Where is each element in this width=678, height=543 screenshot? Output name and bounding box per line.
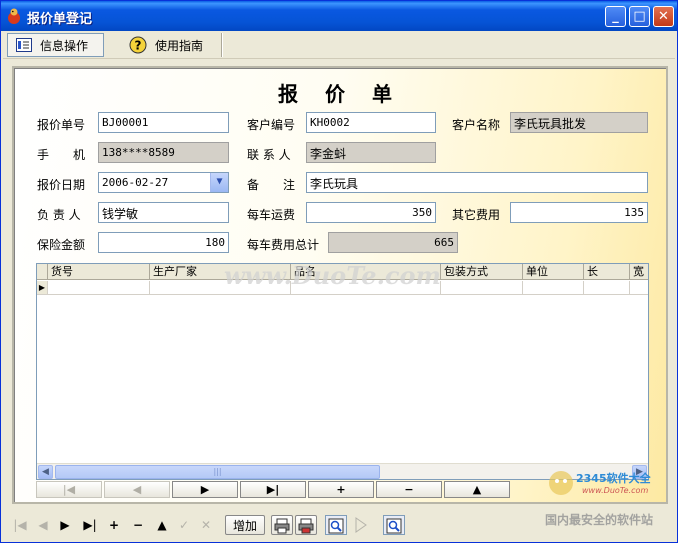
search-button[interactable] bbox=[325, 515, 347, 535]
record-navigator: |◀ ◀ ▶ ▶| + − ▲ ✓ ✕ 增加 国内最安全的软件站 bbox=[3, 511, 675, 539]
printer-icon bbox=[274, 518, 290, 534]
first-record-button[interactable]: |◀ bbox=[11, 515, 29, 535]
scroll-left-button[interactable]: ◀ bbox=[38, 465, 53, 479]
freight-field[interactable]: 350 bbox=[306, 202, 436, 223]
insert-record-button[interactable]: + bbox=[105, 515, 123, 535]
print-preview-button[interactable] bbox=[295, 515, 317, 535]
tab-guide-label: 使用指南 bbox=[155, 38, 204, 53]
play-icon[interactable] bbox=[353, 515, 369, 535]
quote-date-label: 报价日期 bbox=[37, 178, 86, 192]
remark-label: 备 注 bbox=[247, 178, 296, 192]
customer-name-field: 李氏玩具批发 bbox=[510, 112, 648, 133]
customer-no-field[interactable]: KH0002 bbox=[306, 112, 436, 133]
grid-cell[interactable] bbox=[48, 281, 150, 295]
col-packaging[interactable]: 包装方式 bbox=[441, 264, 523, 280]
logo-text: 2345软件大全 bbox=[576, 472, 651, 485]
chevron-down-icon[interactable]: ▼ bbox=[210, 173, 228, 192]
quote-date-picker[interactable]: 2006-02-27 ▼ bbox=[98, 172, 229, 193]
tab-info-operation[interactable]: 信息操作 bbox=[7, 33, 104, 57]
site-slogan-watermark: 国内最安全的软件站 bbox=[545, 513, 654, 527]
tab-user-guide[interactable]: ? 使用指南 bbox=[121, 33, 217, 57]
mobile-field: 138****8589 bbox=[98, 142, 229, 163]
grid-cell[interactable] bbox=[291, 281, 441, 295]
find-icon bbox=[386, 518, 402, 534]
scroll-thumb[interactable]: ||| bbox=[55, 465, 380, 479]
post-record-button[interactable]: ✓ bbox=[175, 515, 193, 535]
other-fee-label: 其它费用 bbox=[452, 208, 501, 222]
nav-add-button[interactable]: + bbox=[308, 481, 374, 498]
find-button[interactable] bbox=[383, 515, 405, 535]
col-item-no[interactable]: 货号 bbox=[48, 264, 150, 280]
quote-date-value: 2006-02-27 bbox=[102, 176, 169, 189]
grid-cell[interactable] bbox=[150, 281, 291, 295]
nav-last-button[interactable]: ▶| bbox=[240, 481, 306, 498]
nav-prev-button[interactable]: ◀ bbox=[104, 481, 170, 498]
mobile-label: 手 机 bbox=[37, 148, 86, 162]
last-record-button[interactable]: ▶| bbox=[79, 515, 101, 535]
col-unit[interactable]: 单位 bbox=[523, 264, 584, 280]
item-grid[interactable]: 货号 生产厂家 品名 包装方式 单位 长 宽 ▶ ◀ ||| ▶ bbox=[36, 263, 649, 480]
col-length[interactable]: 长 bbox=[584, 264, 630, 280]
total-fee-field: 665 bbox=[328, 232, 458, 253]
next-record-button[interactable]: ▶ bbox=[57, 515, 73, 535]
nav-next-button[interactable]: ▶ bbox=[172, 481, 238, 498]
window-title: 报价单登记 bbox=[27, 12, 93, 27]
quote-no-field[interactable]: BJ00001 bbox=[98, 112, 229, 133]
magnifier-icon bbox=[328, 518, 344, 534]
app-window: 报价单登记 _ □ ✕ 信息操作 ? 使用指南 报 价 单 报价单号 BJ000… bbox=[0, 0, 678, 543]
grid-cell[interactable] bbox=[630, 281, 648, 295]
owner-label: 负 责 人 bbox=[37, 208, 81, 222]
nav-remove-button[interactable]: − bbox=[376, 481, 442, 498]
customer-no-label: 客户编号 bbox=[247, 118, 296, 132]
contact-label: 联 系 人 bbox=[247, 148, 291, 162]
mascot-icon bbox=[549, 471, 573, 495]
other-fee-field[interactable]: 135 bbox=[510, 202, 648, 223]
quote-form-panel: 报 价 单 报价单号 BJ00001 客户编号 KH0002 客户名称 李氏玩具… bbox=[12, 66, 668, 504]
print-button[interactable] bbox=[271, 515, 293, 535]
insurance-field[interactable]: 180 bbox=[98, 232, 229, 253]
close-button[interactable]: ✕ bbox=[653, 6, 674, 27]
total-fee-label: 每车费用总计 bbox=[247, 238, 320, 252]
contact-field: 李金蚪 bbox=[306, 142, 436, 163]
prev-record-button[interactable]: ◀ bbox=[35, 515, 51, 535]
add-button[interactable]: 增加 bbox=[225, 515, 265, 535]
delete-record-button[interactable]: − bbox=[129, 515, 147, 535]
form-heading: 报 价 单 bbox=[278, 82, 402, 106]
grid-header: 货号 生产厂家 品名 包装方式 单位 长 宽 bbox=[37, 264, 648, 280]
logo-url: www.DuoTe.com bbox=[582, 486, 649, 495]
grid-cell[interactable] bbox=[523, 281, 584, 295]
nav-up-button[interactable]: ▲ bbox=[444, 481, 510, 498]
edit-record-button[interactable]: ▲ bbox=[153, 515, 171, 535]
customer-name-label: 客户名称 bbox=[452, 118, 501, 132]
minimize-button[interactable]: _ bbox=[605, 6, 626, 27]
toolbar-separator bbox=[221, 33, 223, 57]
cancel-record-button[interactable]: ✕ bbox=[197, 515, 215, 535]
software-logo: 2345软件大全 www.DuoTe.com bbox=[546, 466, 666, 500]
svg-text:?: ? bbox=[135, 39, 142, 53]
col-manufacturer[interactable]: 生产厂家 bbox=[150, 264, 291, 280]
row-indicator: ▶ bbox=[37, 281, 48, 295]
tab-info-label: 信息操作 bbox=[40, 38, 89, 53]
form-icon bbox=[16, 38, 32, 52]
app-icon bbox=[8, 8, 20, 24]
title-bar[interactable]: 报价单登记 _ □ ✕ bbox=[1, 1, 677, 31]
col-product-name[interactable]: 品名 bbox=[291, 264, 441, 280]
grid-corner bbox=[37, 264, 48, 280]
nav-first-button[interactable]: |◀ bbox=[36, 481, 102, 498]
maximize-button[interactable]: □ bbox=[629, 6, 650, 27]
remark-field[interactable]: 李氏玩具 bbox=[306, 172, 648, 193]
quote-no-label: 报价单号 bbox=[37, 118, 86, 132]
toolbar: 信息操作 ? 使用指南 bbox=[3, 31, 675, 59]
help-icon: ? bbox=[129, 36, 147, 54]
grid-cell[interactable] bbox=[584, 281, 630, 295]
owner-field[interactable]: 钱学敏 bbox=[98, 202, 229, 223]
grid-cell[interactable] bbox=[441, 281, 523, 295]
col-width[interactable]: 宽 bbox=[630, 264, 648, 280]
insurance-label: 保险金额 bbox=[37, 238, 86, 252]
freight-label: 每车运费 bbox=[247, 208, 296, 222]
printer-setup-icon bbox=[298, 518, 314, 534]
